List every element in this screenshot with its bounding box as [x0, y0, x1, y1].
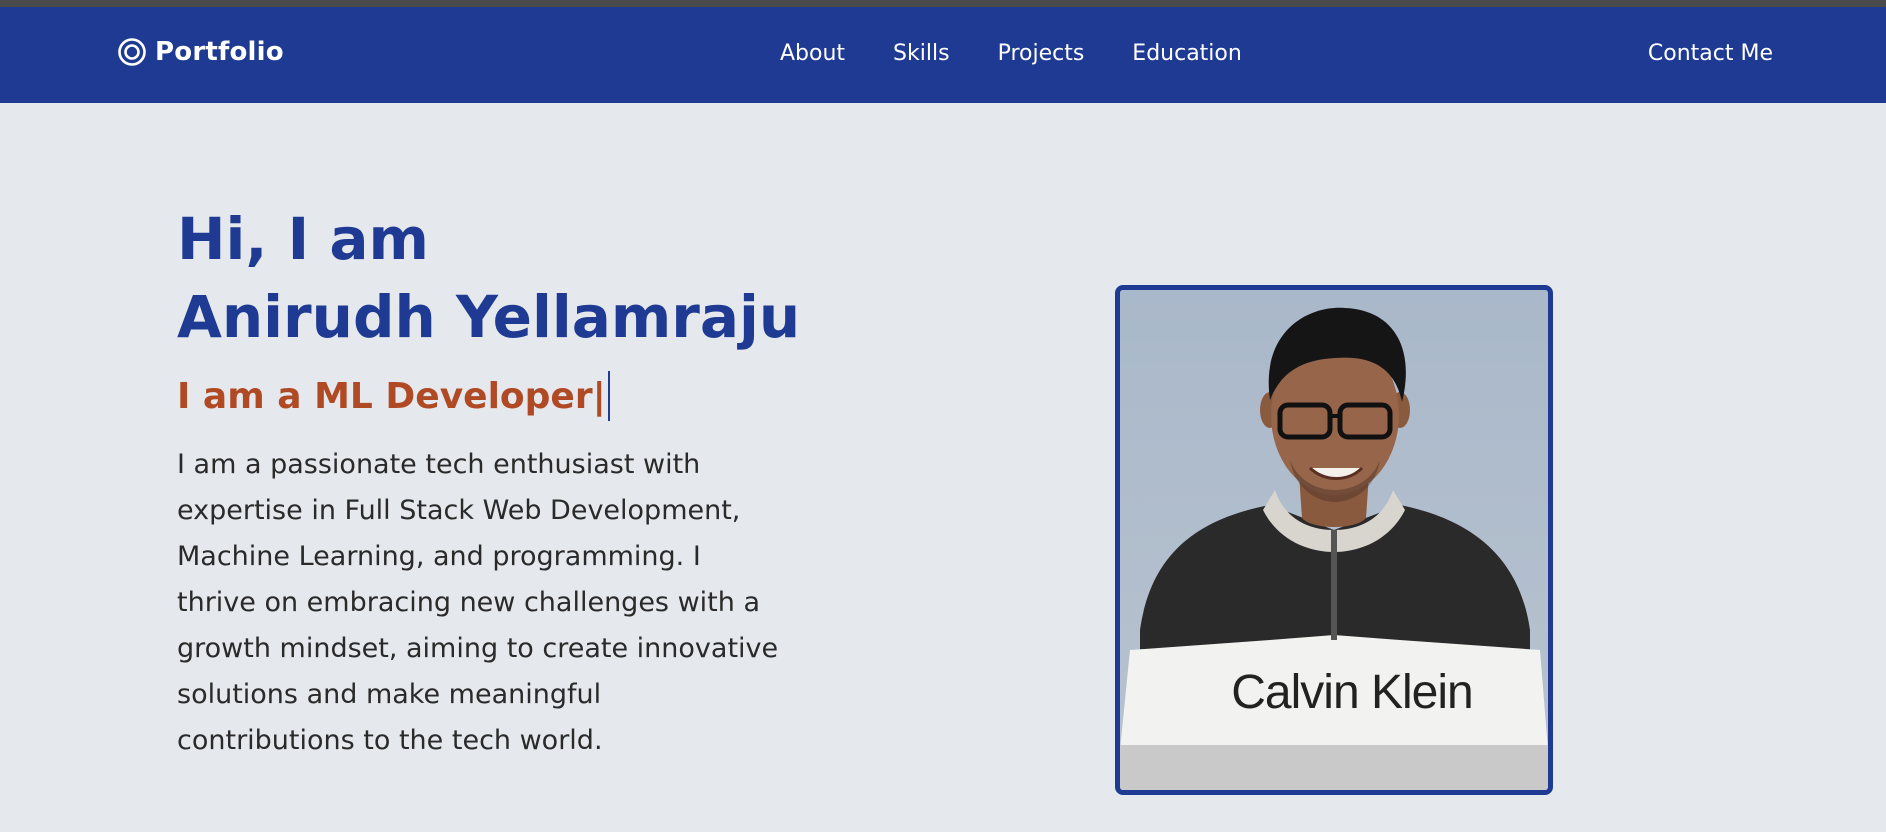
typed-role-text: I am a ML Developer| [177, 371, 610, 421]
greeting-line: Hi, I am [177, 205, 429, 273]
nav-links: About Skills Projects Education [780, 41, 1242, 66]
nav-link-projects[interactable]: Projects [998, 41, 1085, 66]
bio-paragraph: I am a passionate tech enthusiast with e… [177, 449, 779, 756]
nav-link-about[interactable]: About [780, 41, 845, 66]
text-cursor [607, 371, 610, 421]
contact-me-link[interactable]: Contact Me [1648, 41, 1773, 66]
navbar: Portfolio About Skills Projects Educatio… [0, 7, 1886, 103]
hero-heading: Hi, I am Anirudh Yellamraju [177, 200, 800, 356]
sweatshirt-print: Calvin Klein [1231, 666, 1472, 719]
brand-logo-link[interactable]: Portfolio [117, 37, 284, 67]
nav-link-education[interactable]: Education [1132, 41, 1242, 66]
profile-photo: Calvin Klein [1115, 285, 1553, 795]
nav-link-skills[interactable]: Skills [893, 41, 950, 66]
browser-top-strip [0, 0, 1886, 7]
brand-name: Portfolio [155, 37, 284, 67]
hero-name: Anirudh Yellamraju [177, 283, 801, 351]
typed-role-label: I am a ML Developer| [177, 375, 606, 417]
profile-photo-illustration: Calvin Klein [1120, 290, 1548, 790]
target-icon [118, 38, 146, 66]
